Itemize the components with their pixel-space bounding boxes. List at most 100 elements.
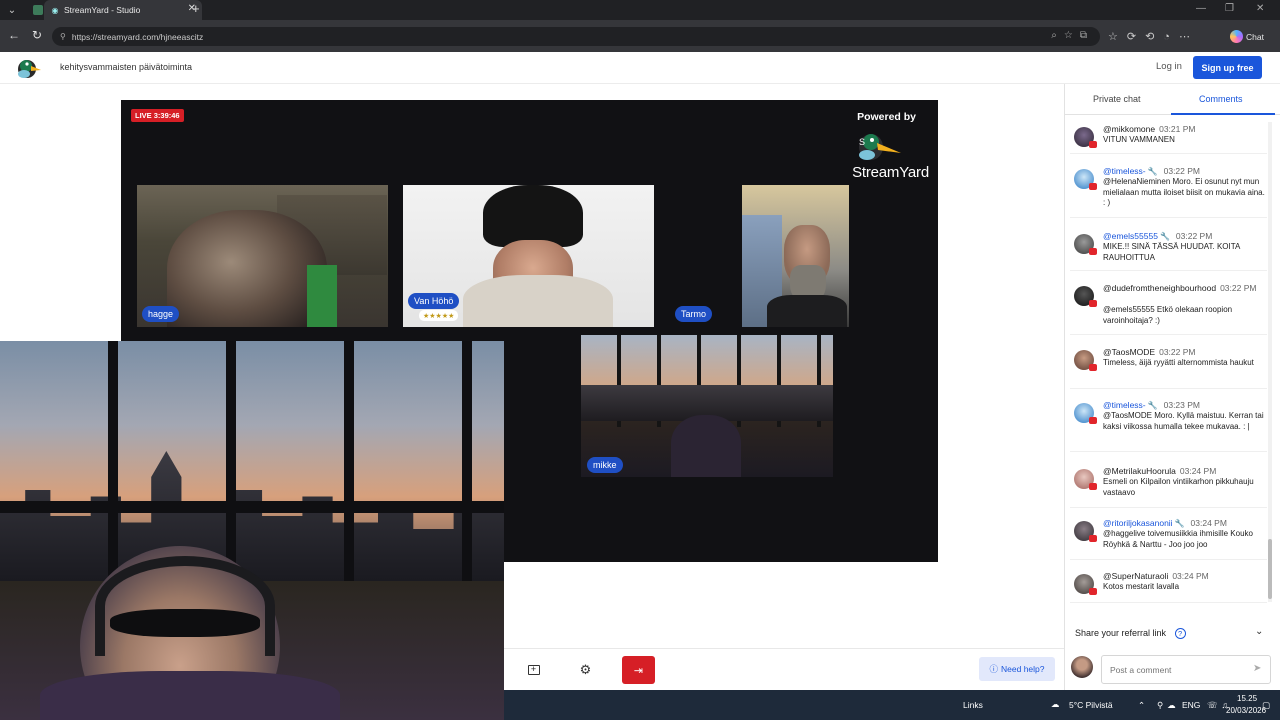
leave-studio-button[interactable]: ⇥ <box>622 656 655 684</box>
comment-item[interactable]: @SuperNaturaoli 03:24 PM Kotos mestarit l… <box>1070 571 1267 603</box>
comments-scrollbar-track[interactable] <box>1268 122 1272 602</box>
referral-section[interactable]: Share your referral link ? <box>1075 628 1186 639</box>
comment-time: 03:21 PM <box>1159 124 1196 134</box>
overlay-webcam-mikke <box>0 341 504 720</box>
chevron-down-icon[interactable]: ⌄ <box>1255 626 1263 637</box>
minimize-button[interactable]: — <box>1196 3 1206 14</box>
site-info-icon[interactable]: ⚲ <box>60 32 66 41</box>
name-chip-mikke: mikke <box>587 457 623 473</box>
comment-author: @MetrilakuHoorula <box>1103 466 1176 476</box>
weather-label[interactable]: 5°C Pilvistä <box>1069 700 1113 710</box>
comment-author: @emels55555 <box>1103 231 1158 241</box>
tray-icons[interactable]: ⚲☁ <box>1157 700 1180 711</box>
comment-item[interactable]: @ritoriljokasanonii 🔧 03:24 PM @haggelive … <box>1070 518 1267 560</box>
overlay-window-frames <box>0 341 504 581</box>
comment-item[interactable]: @emels55555 🔧 03:22 PM MIKE.!! SINÄ TÄSSÄ … <box>1070 231 1267 271</box>
streamyard-logo-icon[interactable] <box>16 56 42 80</box>
url-field[interactable]: ⚲ https://streamyard.com/hjneeascitz ⌕☆⧉ <box>52 27 1100 46</box>
youtube-badge-icon <box>1089 535 1097 542</box>
tab-comments[interactable]: Comments <box>1199 94 1243 104</box>
links-toolbar[interactable]: Links <box>963 700 983 710</box>
help-icon[interactable]: ? <box>1174 628 1186 639</box>
login-link[interactable]: Log in <box>1156 61 1182 72</box>
active-tab-indicator <box>1171 113 1275 115</box>
weather-icon: ☁ <box>1051 699 1060 709</box>
comment-text: VITUN VAMMANEN <box>1103 135 1175 144</box>
signup-button[interactable]: Sign up free <box>1193 56 1262 79</box>
tab-search-icon[interactable]: ⌄ <box>0 0 24 20</box>
participant-video-van-hoho[interactable]: Van Höhö ★★★★★ <box>403 185 654 327</box>
comment-item[interactable]: @MetrilakuHoorula 03:24 PM Esmeli on Kilp… <box>1070 466 1267 508</box>
comment-author: @dudefromtheneighbourhood <box>1103 283 1217 293</box>
moderator-wrench-icon: 🔧 <box>1159 232 1170 241</box>
browser-tab-streamyard[interactable]: ◉ StreamYard - Studio ✕ <box>44 0 202 20</box>
van-hoho-hoodie <box>463 275 613 327</box>
comment-item[interactable]: @timeless- 🔧 03:22 PM @HelenaNieminen Moro… <box>1070 166 1267 218</box>
tab-title: StreamYard - Studio <box>64 5 141 15</box>
post-comment-input[interactable] <box>1101 655 1271 684</box>
tab-private-chat[interactable]: Private chat <box>1093 94 1141 104</box>
name-chip-hagge: hagge <box>142 306 180 322</box>
clock-time[interactable]: 15.25 <box>1237 694 1257 703</box>
comment-time: 03:22 PM <box>1159 347 1196 357</box>
add-source-button[interactable]: + <box>517 656 550 684</box>
browser-tab-bar: ⌄ ◉ StreamYard - Studio ✕ + — ❐ ✕ <box>0 0 1280 20</box>
reload-icon[interactable]: ↻ <box>32 28 42 42</box>
youtube-badge-icon <box>1089 300 1097 307</box>
powered-by-label: Powered by <box>857 111 916 123</box>
moderator-wrench-icon: 🔧 <box>1147 401 1158 410</box>
close-window-button[interactable]: ✕ <box>1256 3 1264 14</box>
avatar <box>1071 656 1093 678</box>
comment-time: 03:22 PM <box>1220 283 1257 293</box>
comment-time: 03:22 PM <box>1163 166 1200 176</box>
comment-author: @timeless- <box>1103 166 1146 176</box>
broadcast-title[interactable]: kehitysvammaisten päivätoiminta <box>60 62 192 72</box>
send-icon[interactable]: ➤ <box>1253 663 1261 674</box>
windows-taskbar: Links ☁ 5°C Pilvistä ⌃ ⚲☁ ENG ☏♫ 15.25 2… <box>504 690 1280 720</box>
comment-item[interactable]: @dudefromtheneighbourhood 03:22 PM @emels… <box>1070 283 1267 335</box>
address-bar-icons[interactable]: ⌕☆⧉ <box>1051 30 1094 41</box>
moderator-wrench-icon: 🔧 <box>1147 167 1158 176</box>
comment-text: MIKE.!! SINÄ TÄSSÄ HUUDAT. KOITA RAUHOIT… <box>1103 242 1240 262</box>
streamyard-brand-icon: S <box>859 134 901 160</box>
app-header: kehitysvammaisten päivätoiminta Log in S… <box>0 52 1280 84</box>
need-help-button[interactable]: ⓘ Need help? <box>979 657 1055 681</box>
clock-date[interactable]: 20/03/2026 <box>1226 706 1266 715</box>
browser-toolbar-icons[interactable]: ☆⟳⟲◔⋯ <box>1108 30 1199 43</box>
comment-item[interactable]: @mikkomone 03:21 PM VITUN VAMMANEN <box>1070 124 1267 154</box>
participant-video-mikke[interactable]: mikke <box>581 335 833 477</box>
comment-text: Timeless, äijä ryyätti alternommista hau… <box>1103 358 1254 367</box>
svg-text:S: S <box>859 137 865 147</box>
overlay-window-sill <box>0 501 504 513</box>
copilot-chat-button[interactable]: Chat <box>1230 30 1264 43</box>
comment-text: @HelenaNieminen Moro. Ei osunut nyt mun … <box>1103 177 1265 207</box>
streamyard-wordmark: StreamYard <box>852 164 929 181</box>
comment-author: @TaosMODE <box>1103 347 1156 357</box>
copilot-icon <box>1230 30 1243 43</box>
comment-author: @SuperNaturaoli <box>1103 571 1169 581</box>
settings-button[interactable]: ⚙ <box>569 656 602 684</box>
new-tab-button[interactable]: + <box>192 1 200 16</box>
comment-text: @TaosMODE Moro. Kyllä maistuu. Kerran ta… <box>1103 411 1264 431</box>
comment-item[interactable]: @timeless- 🔧 03:23 PM @TaosMODE Moro. Kyll… <box>1070 400 1267 452</box>
chat-panel: Private chat Comments @mikkomone 03:21 PM… <box>1064 84 1280 690</box>
participant-video-hagge[interactable]: hagge <box>137 185 388 327</box>
language-indicator[interactable]: ENG <box>1182 700 1200 710</box>
streamyard-favicon-icon: ◉ <box>51 5 59 15</box>
participant-video-tarmo[interactable] <box>742 185 849 327</box>
tray-chevron-icon[interactable]: ⌃ <box>1138 700 1145 711</box>
notifications-icon[interactable]: ▢ <box>1262 700 1270 711</box>
need-help-label: Need help? <box>1001 664 1045 674</box>
back-icon[interactable]: ← <box>8 28 20 42</box>
help-circle-icon: ⓘ <box>989 664 999 674</box>
comment-item[interactable]: @TaosMODE 03:22 PM Timeless, äijä ryyätti… <box>1070 347 1267 389</box>
comments-list[interactable]: @mikkomone 03:21 PM VITUN VAMMANEN @timel… <box>1070 124 1267 604</box>
maximize-button[interactable]: ❐ <box>1225 3 1234 14</box>
inactive-tab-icon[interactable] <box>33 5 43 15</box>
comments-scrollbar-thumb[interactable] <box>1268 539 1272 599</box>
youtube-badge-icon <box>1089 364 1097 371</box>
youtube-badge-icon <box>1089 183 1097 190</box>
comment-author: @ritoriljokasanonii <box>1103 518 1173 528</box>
hagge-figure <box>167 210 327 327</box>
youtube-badge-icon <box>1089 248 1097 255</box>
